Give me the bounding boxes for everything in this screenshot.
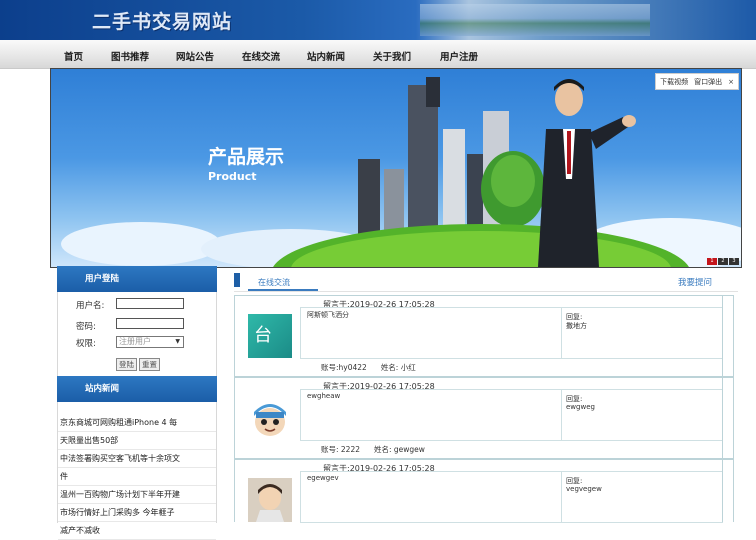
banner-page-3[interactable]: 3 — [729, 258, 739, 265]
post-meta: 账号:hy0422 姓名: 小红 — [321, 362, 416, 373]
nav-home[interactable]: 首页 — [64, 49, 83, 63]
nav-about-us[interactable]: 关于我们 — [373, 49, 411, 63]
post-content: ewgheaw — [300, 389, 562, 441]
reset-button[interactable]: 重置 — [139, 358, 160, 371]
avatar — [248, 478, 292, 522]
role-select-value: 注册用户 — [119, 337, 151, 346]
ask-question-link[interactable]: 我要提问 — [678, 276, 712, 288]
news-item[interactable]: 市场行情好上门采购多 今年榧子 — [58, 504, 216, 522]
banner-toolbar: 下载视频 窗口弹出 × — [655, 73, 739, 90]
forum-post: 留言于:2019-02-26 17:05:28 台 阿斯顿飞洒分 回复: 撒地方… — [234, 295, 734, 377]
site-title: 二手书交易网站 — [92, 11, 233, 33]
news-box-header: 站内新闻 — [57, 376, 217, 402]
password-input[interactable] — [116, 318, 184, 329]
banner-pager: 1 2 3 — [707, 258, 739, 265]
banner-page-1[interactable]: 1 — [707, 258, 717, 265]
nav-register[interactable]: 用户注册 — [440, 49, 478, 63]
header-decoration — [420, 4, 650, 36]
nav-announcements[interactable]: 网站公告 — [176, 49, 214, 63]
avatar: 台 — [248, 314, 292, 358]
post-text: 阿斯顿飞洒分 — [307, 311, 349, 319]
news-item[interactable]: 件 — [58, 468, 216, 486]
section-marker — [234, 273, 240, 287]
role-select[interactable]: 注册用户 ▼ — [116, 336, 184, 348]
forum-panel: 在线交流 我要提问 留言于:2019-02-26 17:05:28 台 阿斯顿飞… — [234, 271, 738, 523]
divider — [722, 296, 723, 376]
post-content: egewgev — [300, 471, 562, 523]
forum-header: 在线交流 我要提问 — [234, 271, 738, 292]
nav-online-chat[interactable]: 在线交流 — [242, 49, 280, 63]
post-author-name: 姓名: gewgew — [374, 445, 425, 454]
banner-page-2[interactable]: 2 — [718, 258, 728, 265]
divider — [722, 460, 723, 522]
forum-post: 留言于:2019-02-26 17:05:28 ewgheaw 回复: ewgw… — [234, 377, 734, 459]
username-input[interactable] — [116, 298, 184, 309]
download-video-link[interactable]: 下载视频 — [660, 77, 688, 87]
banner-subtitle: Product — [208, 170, 257, 183]
tab-online-chat[interactable]: 在线交流 — [258, 277, 290, 288]
post-text: ewgheaw — [307, 392, 341, 400]
role-label: 权限: — [76, 339, 96, 349]
news-item[interactable]: 减产不减收 — [58, 522, 216, 540]
reply-text: vegvegew — [566, 485, 602, 493]
close-icon[interactable]: × — [728, 78, 734, 86]
reply-text: 撒地方 — [566, 322, 587, 330]
news-item[interactable]: 天限量出售50部 — [58, 432, 216, 450]
news-item[interactable]: 温州一百购物广场计划下半年开建 — [58, 486, 216, 504]
post-reply: 回复: ewgweg — [561, 389, 723, 441]
post-content: 阿斯顿飞洒分 — [300, 307, 562, 359]
divider — [722, 378, 723, 458]
post-reply: 回复: vegvegew — [561, 471, 723, 523]
forum-post: 留言于:2019-02-26 17:05:28 egewgev 回复: vegv… — [234, 459, 734, 523]
main-nav: 首页 图书推荐 网站公告 在线交流 站内新闻 关于我们 用户注册 — [0, 40, 756, 69]
reply-text: ewgweg — [566, 403, 595, 411]
username-label: 用户名: — [76, 301, 105, 311]
news-item[interactable]: 中法签署购买空客飞机等十余项文 — [58, 450, 216, 468]
tab-underline — [248, 289, 318, 291]
post-author-name: 姓名: 小红 — [380, 363, 416, 372]
login-box-header: 用户登陆 — [57, 266, 217, 292]
avatar — [248, 396, 292, 440]
post-account: 账号: 2222 — [321, 445, 360, 454]
login-form: 用户名: 密码: 权限: 注册用户 ▼ 登陆 重置 — [57, 292, 217, 376]
news-list: 京东商城可网购租通iPhone 4 每 天限量出售50部 中法签署购买空客飞机等… — [57, 402, 217, 540]
banner-title: 产品展示 — [208, 146, 285, 168]
post-text: egewgev — [307, 474, 339, 482]
post-reply: 回复: 撒地方 — [561, 307, 723, 359]
login-button[interactable]: 登陆 — [116, 358, 137, 371]
popup-window-link[interactable]: 窗口弹出 — [694, 77, 722, 87]
nav-site-news[interactable]: 站内新闻 — [307, 49, 345, 63]
chevron-down-icon: ▼ — [175, 338, 180, 345]
banner[interactable]: 产品展示 Product 下载视频 窗口弹出 × 1 2 3 — [50, 68, 742, 268]
news-item[interactable]: 京东商城可网购租通iPhone 4 每 — [58, 414, 216, 432]
nav-book-recommend[interactable]: 图书推荐 — [111, 49, 149, 63]
post-meta: 账号: 2222 姓名: gewgew — [321, 444, 425, 455]
post-account: 账号:hy0422 — [321, 363, 367, 372]
site-header: 二手书交易网站 — [0, 0, 756, 40]
left-sidebar: 用户登陆 用户名: 密码: 权限: 注册用户 ▼ 登陆 重置 站内新闻 京东商城… — [57, 266, 217, 540]
password-label: 密码: — [76, 322, 96, 332]
banner-illustration — [61, 77, 741, 267]
